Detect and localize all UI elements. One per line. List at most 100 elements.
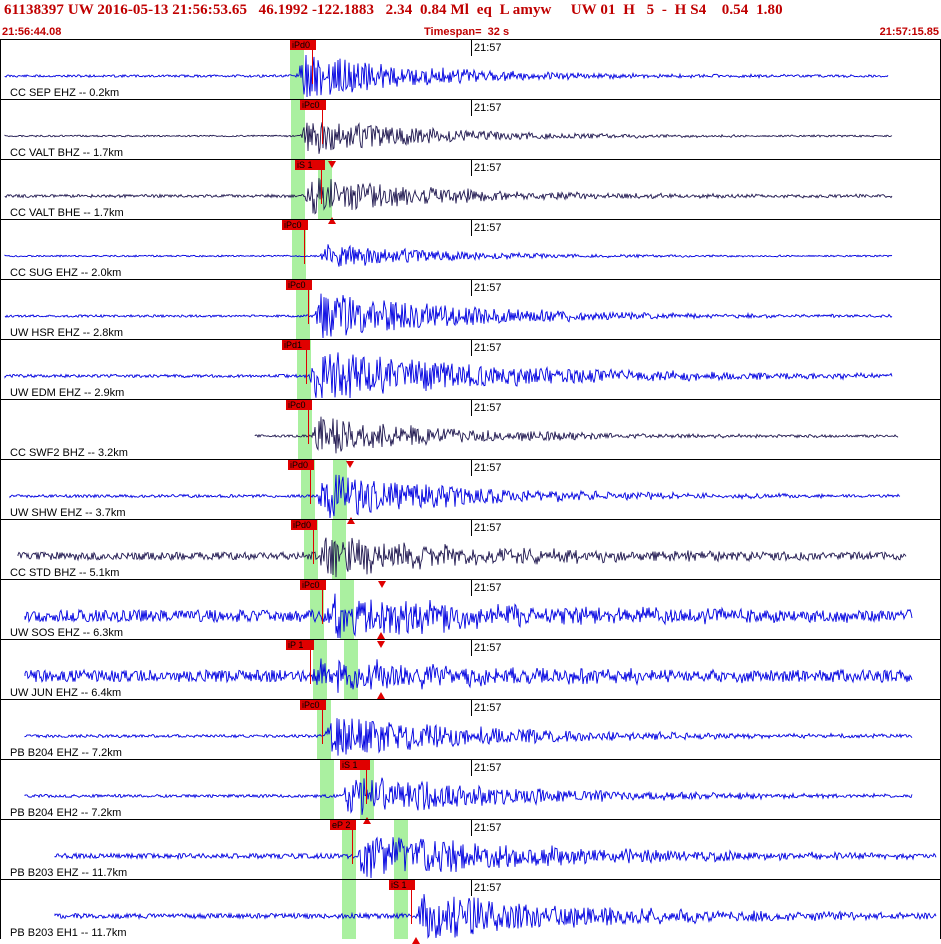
phase-pick-flag[interactable]: iPc0 xyxy=(300,700,326,710)
s-pick-marker-down xyxy=(378,581,386,588)
trace-panel[interactable]: 21:57 iPd0 CC SEP EHZ -- 0.2km xyxy=(0,39,941,99)
start-time-label: 21:56:44.08 xyxy=(2,26,62,38)
panel-left-border xyxy=(0,220,1,279)
minute-tick-label: 21:57 xyxy=(474,582,502,594)
trace-panel[interactable]: 21:57 iS 1 PB B204 EH2 -- 7.2km xyxy=(0,759,941,824)
phase-pick-flag[interactable]: eP 2 xyxy=(330,820,356,830)
trace-panel[interactable]: 21:57 iPc0 CC SWF2 BHZ -- 3.2km xyxy=(0,399,941,459)
minute-tick-label: 21:57 xyxy=(474,642,502,654)
trace-panel[interactable]: 21:57 eP 2 PB B203 EHZ -- 11.7km xyxy=(0,819,941,879)
trace-panel[interactable]: 21:57 iS 1 CC VALT BHE -- 1.7km xyxy=(0,159,941,224)
minute-tick-line xyxy=(471,40,472,56)
minute-tick-line xyxy=(471,640,472,656)
panel-left-border xyxy=(0,820,1,879)
phase-pick-flag[interactable]: iPd1 xyxy=(282,340,310,350)
waveform-trace xyxy=(24,658,913,693)
panel-left-border xyxy=(0,760,1,819)
minute-tick-line xyxy=(471,880,472,896)
minute-tick-line xyxy=(471,460,472,476)
trace-panel[interactable]: 21:57 iPc0 CC SUG EHZ -- 2.0km xyxy=(0,219,941,279)
phase-pick-flag[interactable]: iPd0 xyxy=(291,520,317,530)
panel-left-border xyxy=(0,100,1,159)
minute-tick-label: 21:57 xyxy=(474,162,502,174)
trace-panel[interactable]: 21:57 iPc0 UW HSR EHZ -- 2.8km xyxy=(0,279,941,339)
s-pick-marker-up xyxy=(412,937,420,944)
channel-label: CC VALT BHE -- 1.7km xyxy=(10,207,124,219)
waveform-trace xyxy=(4,54,889,98)
phase-pick-flag[interactable]: iPc0 xyxy=(300,580,326,590)
minute-tick-line xyxy=(471,400,472,416)
s-pick-marker-up xyxy=(377,632,385,639)
trace-panel[interactable]: 21:57 iS 1 PB B203 EH1 -- 11.7km xyxy=(0,879,941,944)
phase-pick-flag[interactable]: iS 1 xyxy=(295,160,325,170)
waveform-trace xyxy=(24,593,913,639)
phase-pick-flag[interactable]: iPd0 xyxy=(288,460,314,470)
channel-label: CC STD BHZ -- 5.1km xyxy=(10,567,120,579)
timespan-label: Timespan= 32 s xyxy=(424,26,510,38)
channel-label: PB B203 EH1 -- 11.7km xyxy=(10,927,127,939)
s-pick-marker-down xyxy=(377,641,385,648)
channel-label: CC SUG EHZ -- 2.0km xyxy=(10,267,122,279)
channel-label: PB B204 EHZ -- 7.2km xyxy=(10,747,122,759)
panel-left-border xyxy=(0,580,1,639)
phase-pick-flag[interactable]: iPc0 xyxy=(286,400,312,410)
channel-label: CC SWF2 BHZ -- 3.2km xyxy=(10,447,128,459)
event-summary-line: 61138397 UW 2016-05-13 21:56:53.65 46.19… xyxy=(4,2,783,18)
minute-tick-line xyxy=(471,220,472,236)
event-header: 61138397 UW 2016-05-13 21:56:53.65 46.19… xyxy=(0,0,941,24)
channel-label: UW HSR EHZ -- 2.8km xyxy=(10,327,124,339)
minute-tick-label: 21:57 xyxy=(474,342,502,354)
s-pick-marker-down xyxy=(362,761,370,768)
waveform-trace xyxy=(17,537,907,578)
waveform-trace xyxy=(54,836,937,879)
waveform-trace xyxy=(4,293,893,339)
phase-pick-flag[interactable]: iS 1 xyxy=(389,880,415,890)
trace-panel[interactable]: 21:57 iPd1 UW EDM EHZ -- 2.9km xyxy=(0,339,941,399)
waveform-trace xyxy=(24,777,913,815)
phase-pick-flag[interactable]: iPc0 xyxy=(300,100,326,110)
waveform-trace xyxy=(24,718,913,756)
panel-left-border xyxy=(0,460,1,519)
minute-tick-label: 21:57 xyxy=(474,702,502,714)
seismogram-panel-stack: 21:57 iPd0 CC SEP EHZ -- 0.2km 21:57 iPc0 CC … xyxy=(0,39,941,944)
channel-label: UW SHW EHZ -- 3.7km xyxy=(10,507,126,519)
minute-tick-label: 21:57 xyxy=(474,102,502,114)
panel-left-border xyxy=(0,700,1,759)
waveform-trace xyxy=(254,416,899,454)
phase-pick-flag[interactable]: iPc0 xyxy=(286,280,312,290)
phase-pick-flag[interactable]: iP 1 xyxy=(286,640,314,650)
waveform-trace xyxy=(4,122,893,154)
minute-tick-line xyxy=(471,580,472,596)
phase-pick-flag[interactable]: iPd0 xyxy=(290,40,316,50)
channel-label: CC VALT BHZ -- 1.7km xyxy=(10,147,124,159)
trace-panel[interactable]: 21:57 iPc0 PB B204 EHZ -- 7.2km xyxy=(0,699,941,759)
minute-tick-label: 21:57 xyxy=(474,882,502,894)
panel-left-border xyxy=(0,880,1,939)
panel-left-border xyxy=(0,40,1,99)
panel-left-border xyxy=(0,160,1,219)
trace-panel[interactable]: 21:57 iP 1 UW JUN EHZ -- 6.4km xyxy=(0,639,941,699)
minute-tick-line xyxy=(471,340,472,356)
s-pick-marker-up xyxy=(377,692,385,699)
trace-panel[interactable]: 21:57 iPc0 CC VALT BHZ -- 1.7km xyxy=(0,99,941,159)
channel-label: UW SOS EHZ -- 6.3km xyxy=(10,627,124,639)
minute-tick-label: 21:57 xyxy=(474,762,502,774)
waveform-trace xyxy=(4,244,893,267)
minute-tick-line xyxy=(471,100,472,116)
minute-tick-label: 21:57 xyxy=(474,282,502,294)
s-pick-marker-down xyxy=(328,161,336,168)
minute-tick-line xyxy=(471,820,472,836)
phase-pick-flag[interactable]: iPc0 xyxy=(282,220,308,230)
panel-left-border xyxy=(0,280,1,339)
trace-panel[interactable]: 21:57 iPd0 UW SHW EHZ -- 3.7km xyxy=(0,459,941,524)
trace-panel[interactable]: 21:57 iPc0 UW SOS EHZ -- 6.3km xyxy=(0,579,941,639)
minute-tick-line xyxy=(471,520,472,536)
waveform-trace xyxy=(54,894,937,939)
channel-label: PB B204 EH2 -- 7.2km xyxy=(10,807,122,819)
trace-panel[interactable]: 21:57 iPd0 CC STD BHZ -- 5.1km xyxy=(0,519,941,579)
panel-left-border xyxy=(0,340,1,399)
waveform-trace xyxy=(9,474,901,519)
panel-left-border xyxy=(0,400,1,459)
channel-label: PB B203 EHZ -- 11.7km xyxy=(10,867,128,879)
panel-left-border xyxy=(0,520,1,579)
